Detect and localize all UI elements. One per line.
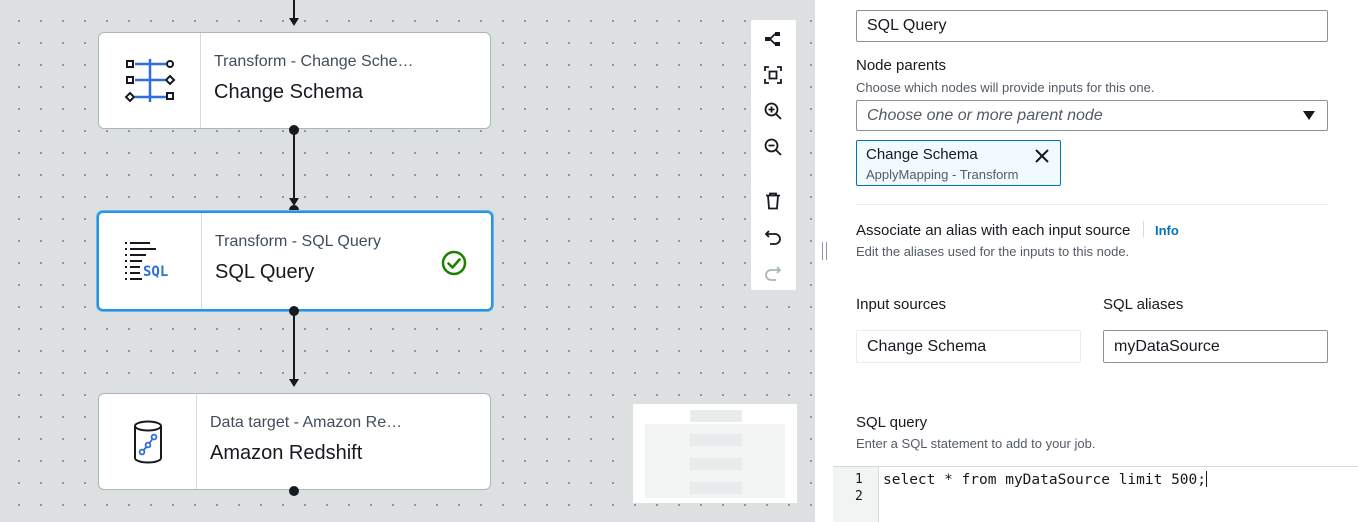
drag-grip-icon [821, 242, 827, 260]
node-output-port[interactable] [289, 125, 299, 135]
node-output-port[interactable] [289, 306, 299, 316]
zoom-out-icon[interactable] [762, 136, 784, 158]
node-parents-placeholder: Choose one or more parent node [867, 106, 1103, 124]
panel-resize-handle[interactable] [815, 0, 833, 522]
edge-arrowhead [289, 379, 299, 387]
node-parents-description: Choose which nodes will provide inputs f… [856, 80, 1155, 95]
sql-code-editor[interactable]: 1 2 select * from myDataSource limit 500… [833, 466, 1358, 522]
node-name-field[interactable]: SQL Query [856, 10, 1328, 42]
canvas-toolbar [751, 20, 796, 290]
close-icon[interactable] [1033, 147, 1051, 165]
line-number: 2 [855, 489, 863, 504]
node-amazon-redshift[interactable]: Data target - Amazon Re… Amazon Redshift [98, 393, 491, 490]
minimap-node [690, 434, 742, 446]
parent-token-subtitle: ApplyMapping - Transform [866, 167, 1019, 182]
line-number: 1 [855, 472, 863, 487]
input-source-field: Change Schema [856, 330, 1081, 363]
alias-description: Edit the aliases used for the inputs to … [856, 244, 1130, 259]
node-output-port[interactable] [289, 486, 299, 496]
sql-aliases-label: SQL aliases [1103, 296, 1184, 313]
node-name-value: SQL Query [867, 17, 947, 34]
minimap[interactable] [633, 404, 797, 503]
node-type-label: Data target - Amazon Re… [210, 414, 403, 431]
graph-canvas[interactable]: Transform - Change Sche… Change Schema S… [0, 0, 815, 522]
minimap-node [690, 458, 742, 470]
sql-query-description: Enter a SQL statement to add to your job… [856, 436, 1096, 451]
minimap-node [690, 410, 742, 422]
sql-query-icon: SQL [99, 213, 202, 309]
node-type-label: Transform - SQL Query [215, 233, 381, 250]
edge-change-schema-to-sql [293, 130, 295, 202]
redshift-icon [99, 394, 197, 489]
redo-icon[interactable] [762, 262, 784, 284]
sql-icon-text: SQL [143, 264, 168, 280]
sql-alias-value: myDataSource [1114, 337, 1220, 355]
glue-studio-app: Transform - Change Sche… Change Schema S… [0, 0, 1358, 522]
node-type-label: Transform - Change Sche… [214, 53, 414, 70]
alias-heading: Associate an alias with each input sourc… [856, 222, 1131, 239]
node-sql-query[interactable]: SQL Transform - SQL Query SQL Query [97, 211, 493, 311]
input-source-value: Change Schema [867, 337, 987, 355]
node-properties-panel: SQL Query Node parents Choose which node… [833, 0, 1358, 522]
line-number-gutter: 1 2 [833, 467, 879, 522]
zoom-in-icon[interactable] [762, 100, 784, 122]
edge-arrowhead [289, 18, 299, 26]
info-link[interactable]: Info [1155, 223, 1179, 238]
delete-icon[interactable] [762, 190, 784, 212]
success-check-icon [441, 250, 467, 281]
edge-sql-to-redshift [293, 311, 295, 383]
minimap-node [690, 482, 742, 494]
undo-icon[interactable] [762, 226, 784, 248]
sql-code-line[interactable]: select * from myDataSource limit 500; [883, 471, 1208, 488]
input-sources-label: Input sources [856, 296, 947, 313]
caret-down-icon [1303, 111, 1315, 120]
parent-token: Change Schema ApplyMapping - Transform [856, 140, 1061, 186]
node-change-schema[interactable]: Transform - Change Sche… Change Schema [98, 32, 491, 129]
node-title: Change Schema [214, 81, 363, 103]
change-schema-icon [99, 33, 201, 128]
sql-alias-field[interactable]: myDataSource [1103, 330, 1328, 363]
node-parents-select[interactable]: Choose one or more parent node [856, 100, 1328, 131]
minimap-viewport[interactable] [645, 424, 785, 498]
sql-query-label: SQL query [856, 414, 928, 431]
text-cursor [1206, 471, 1208, 487]
fit-to-screen-icon[interactable] [762, 64, 784, 86]
node-title: Amazon Redshift [210, 442, 363, 464]
info-separator [1143, 221, 1144, 237]
parent-token-title: Change Schema [866, 146, 978, 163]
section-divider [856, 204, 1328, 205]
layout-icon[interactable] [762, 28, 784, 50]
node-parents-label: Node parents [856, 57, 947, 74]
sql-code-text: select * from myDataSource limit 500; [883, 472, 1207, 488]
